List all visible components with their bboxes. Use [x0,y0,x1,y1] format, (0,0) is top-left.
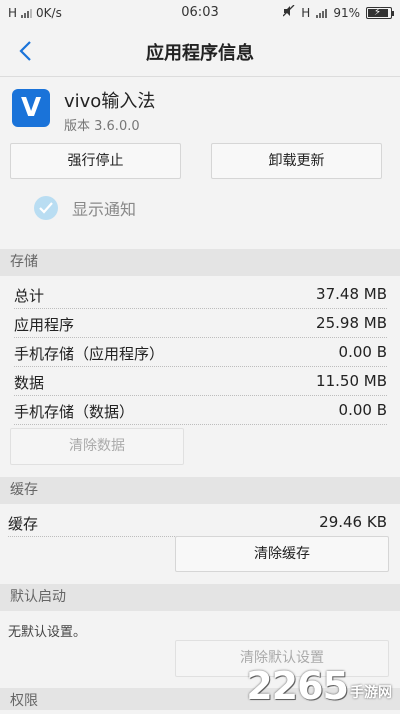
row-label: 手机存储（数据） [14,403,135,421]
site-watermark: 2265 手游网 [246,664,392,708]
uninstall-update-button[interactable]: 卸载更新 [211,143,382,179]
storage-row-data: 数据 11.50 MB [14,368,387,396]
clear-data-button[interactable]: 清除数据 [10,428,184,465]
row-label: 应用程序 [14,316,75,334]
storage-row-app: 应用程序 25.98 MB [14,310,387,338]
row-label: 数据 [14,374,45,392]
app-name: vivo输入法 [64,91,156,112]
row-value: 25.98 MB [316,314,387,332]
watermark-number: 2265 [246,664,349,708]
status-bar: H 0K/s 06:03 H 91% ⚡ [0,0,400,26]
check-icon [34,196,58,220]
row-value: 29.46 KB [319,513,387,531]
row-label: 手机存储（应用程序） [14,345,165,363]
storage-section-header: 存储 [0,249,400,276]
row-value: 0.00 B [338,401,387,419]
battery-icon: ⚡ [366,6,394,19]
show-notification-checkbox[interactable]: 显示通知 [34,196,136,220]
mute-icon [282,4,295,20]
row-value: 0.00 B [338,343,387,361]
clear-cache-button[interactable]: 清除缓存 [175,536,389,572]
storage-row-phone-app: 手机存储（应用程序） 0.00 B [14,339,387,367]
show-notification-label: 显示通知 [72,200,137,219]
signal-icon-2 [316,8,328,18]
battery-percent: 91% [333,5,360,20]
row-label: 总计 [14,287,45,305]
storage-row-total: 总计 37.48 MB [14,281,387,309]
row-value: 11.50 MB [316,372,387,390]
row-label: 缓存 [8,515,39,533]
cache-section-header: 缓存 [0,477,400,504]
default-launch-section-header: 默认启动 [0,584,400,611]
app-icon: V [12,89,50,127]
row-value: 37.48 MB [316,285,387,303]
title-bar: 应用程序信息 [0,26,400,77]
storage-row-phone-data: 手机存储（数据） 0.00 B [14,397,387,425]
status-right: H 91% ⚡ [282,4,394,20]
app-version: 版本 3.6.0.0 [64,119,140,134]
force-stop-button[interactable]: 强行停止 [10,143,181,179]
sim-indicator: H [301,5,311,20]
cache-row: 缓存 29.46 KB [8,509,387,537]
app-header: V vivo输入法 版本 3.6.0.0 [0,77,400,137]
watermark-text: 手游网 [350,685,392,701]
no-default-text: 无默认设置。 [8,625,87,640]
page-title: 应用程序信息 [146,43,254,64]
